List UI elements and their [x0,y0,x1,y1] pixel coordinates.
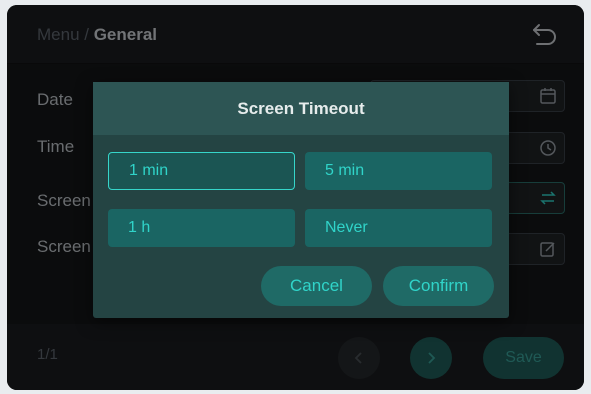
screen-timeout-dialog: Screen Timeout 1 min 5 min 1 h Never Can… [93,82,509,318]
option-never[interactable]: Never [305,209,492,247]
option-1-h[interactable]: 1 h [108,209,295,247]
dialog-title: Screen Timeout [93,82,509,135]
option-5-min[interactable]: 5 min [305,152,492,190]
cancel-button[interactable]: Cancel [261,266,372,306]
device-screen: Menu / General Date Time Screen Screen 1… [7,5,584,390]
confirm-button[interactable]: Confirm [383,266,494,306]
option-1-min[interactable]: 1 min [108,152,295,190]
